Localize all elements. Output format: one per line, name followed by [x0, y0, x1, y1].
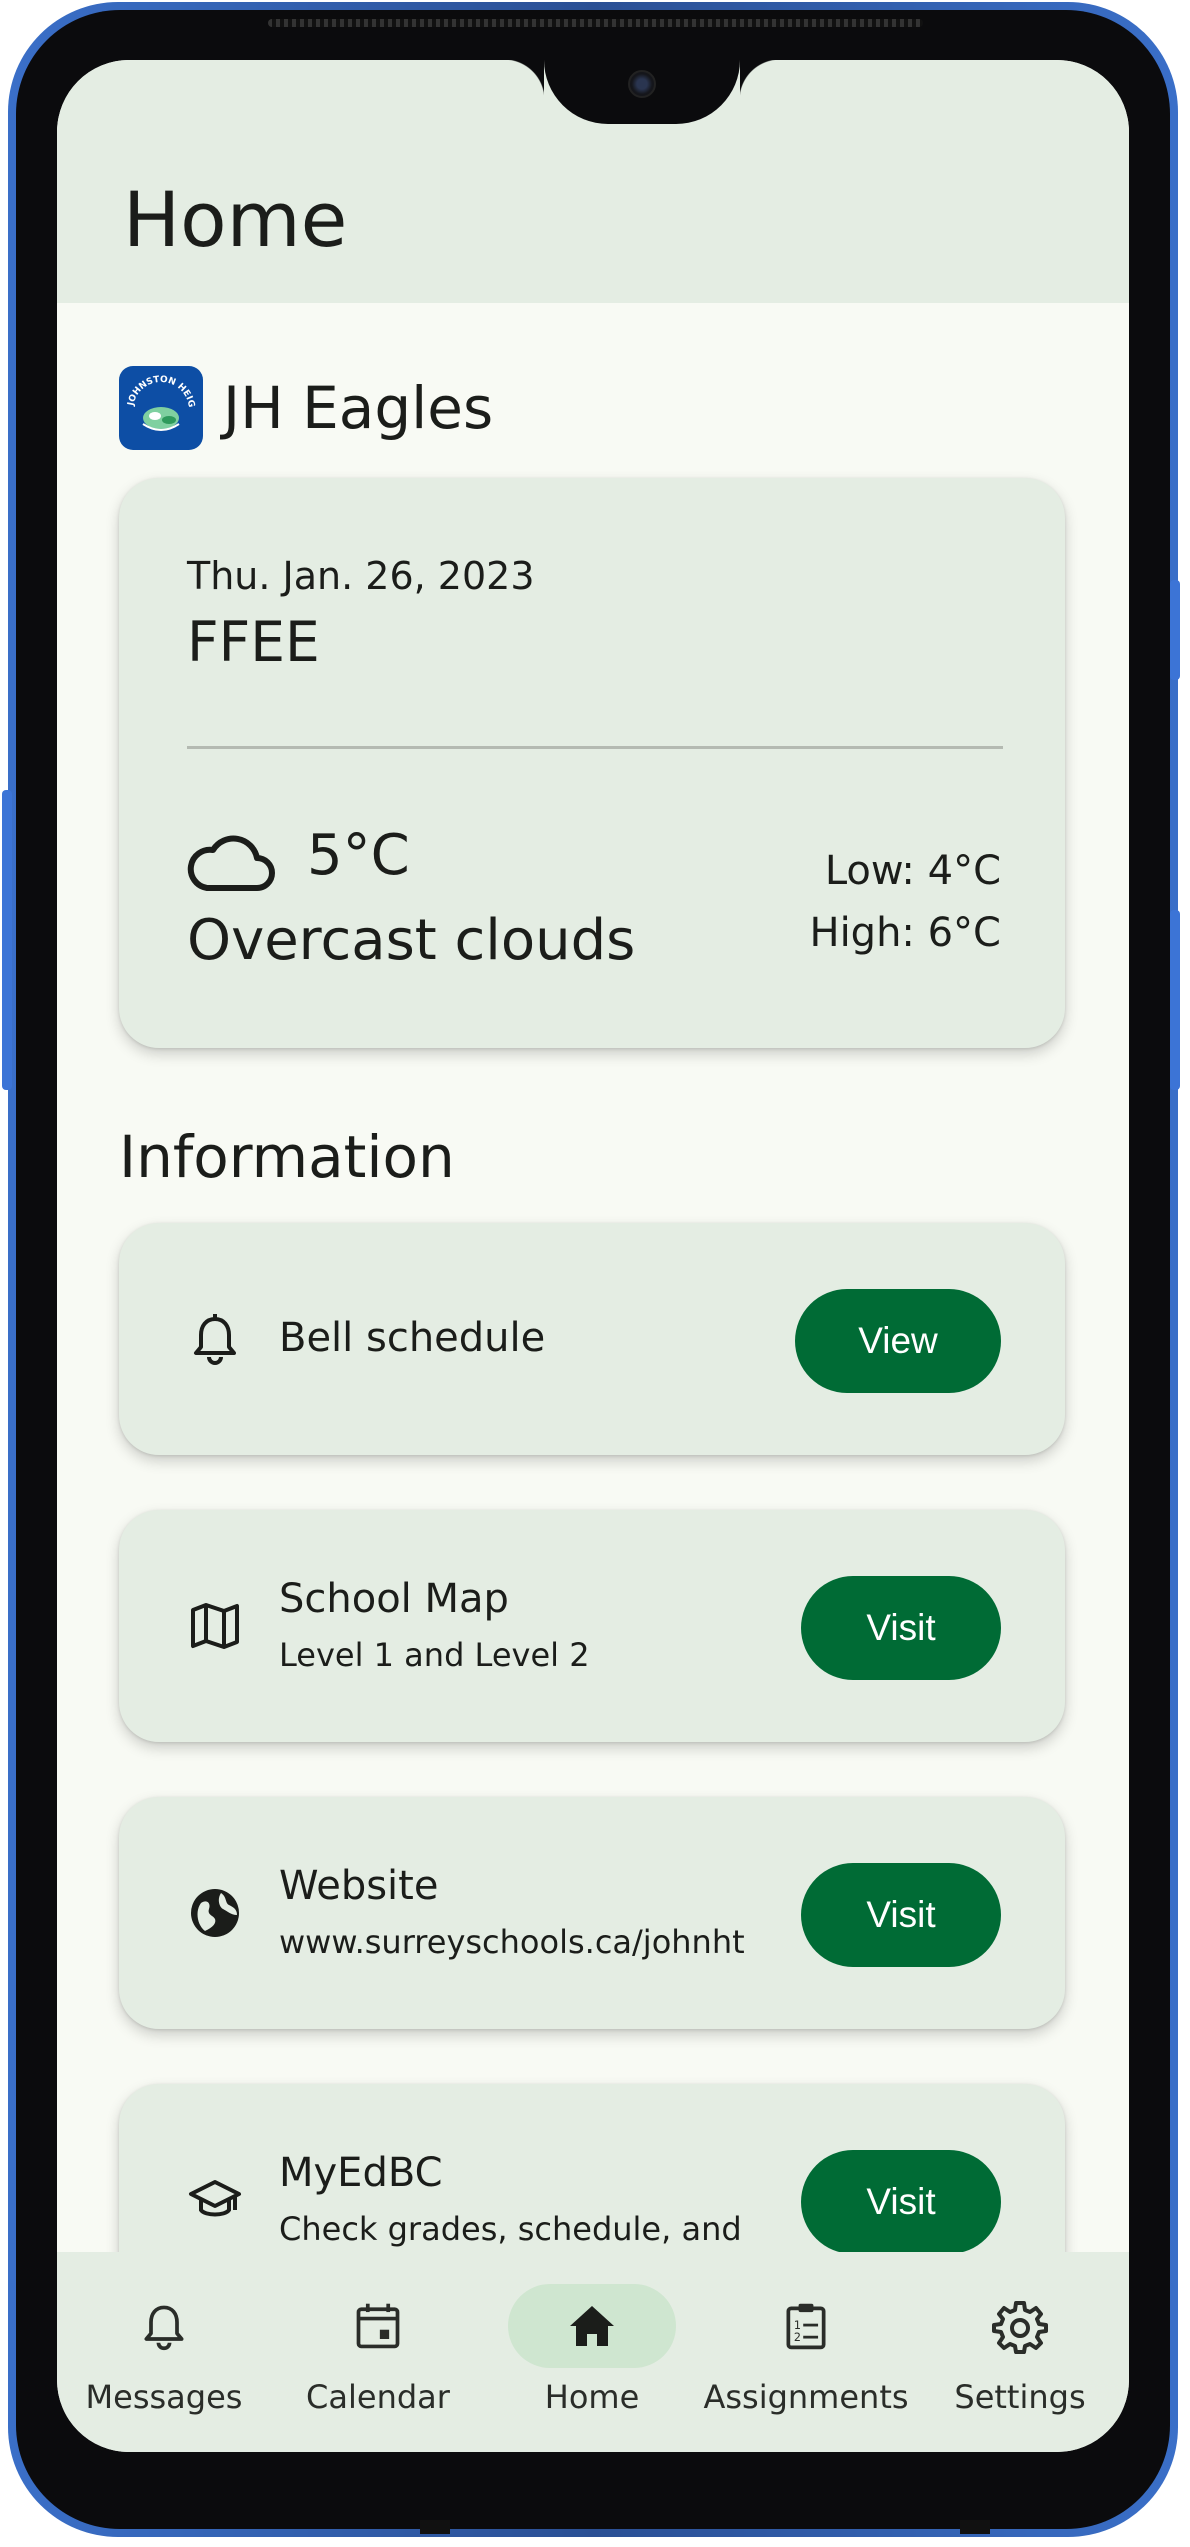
earpiece-speaker: [268, 19, 923, 27]
svg-text:JOHNSTON HEIGHTS: JOHNSTON HEIGHTS: [119, 366, 196, 408]
nav-item-home[interactable]: Home: [485, 2252, 699, 2452]
port: [420, 2520, 450, 2534]
low-temperature: Low: 4°C: [824, 848, 1001, 894]
info-card-title: Bell schedule: [279, 1315, 546, 1361]
front-camera: [628, 70, 656, 98]
nav-icon-container-active: [508, 2284, 676, 2368]
side-button: [2, 790, 12, 1090]
svg-text:1: 1: [794, 2319, 801, 2332]
bottom-navigation: Messages Calendar Home 1 2 Assignments S…: [57, 2252, 1129, 2452]
info-card-subtitle: www.surreyschools.ca/johnht: [279, 1923, 745, 1961]
graduation-cap-icon: [189, 2180, 241, 2217]
nav-item-messages[interactable]: Messages: [57, 2252, 271, 2452]
info-card-title: School Map: [279, 1576, 509, 1622]
info-card-bell-schedule: Bell schedule View: [119, 1223, 1065, 1455]
cloud-icon: [187, 835, 275, 891]
school-header: JOHNSTON HEIGHTS JH Eagles: [119, 366, 493, 450]
info-card-title: Website: [279, 1863, 439, 1909]
divider: [187, 746, 1003, 749]
info-card-website: Website www.surreyschools.ca/johnht Visi…: [119, 1797, 1065, 2029]
school-name: JH Eagles: [223, 374, 494, 442]
calendar-icon: [356, 2303, 400, 2349]
visit-myedbc-button[interactable]: Visit: [801, 2150, 1001, 2254]
svg-text:2: 2: [794, 2331, 801, 2344]
view-bell-schedule-button[interactable]: View: [795, 1289, 1001, 1393]
nav-item-settings[interactable]: Settings: [913, 2252, 1127, 2452]
gear-icon: [992, 2301, 1048, 2354]
nav-item-calendar[interactable]: Calendar: [271, 2252, 485, 2452]
bell-icon: [144, 2305, 184, 2351]
visit-school-map-button[interactable]: Visit: [801, 1576, 1001, 1680]
high-temperature: High: 6°C: [809, 910, 1001, 956]
info-card-subtitle: Level 1 and Level 2: [279, 1636, 590, 1674]
info-card-school-map: School Map Level 1 and Level 2 Visit: [119, 1510, 1065, 1742]
side-button: [1170, 910, 1180, 1090]
nav-item-assignments[interactable]: 1 2 Assignments: [699, 2252, 913, 2452]
nav-label: Settings: [954, 2378, 1086, 2416]
bell-icon: [194, 1314, 236, 1365]
weather-condition: Overcast clouds: [187, 908, 636, 973]
nav-label: Calendar: [306, 2378, 450, 2416]
school-logo: JOHNSTON HEIGHTS: [119, 366, 203, 450]
side-button: [1170, 580, 1180, 680]
nav-icon-container: [936, 2284, 1104, 2368]
today-card: Thu. Jan. 26, 2023 FFEE 5°C Overcast clo…: [119, 478, 1065, 1048]
nav-label: Home: [544, 2378, 640, 2416]
visit-website-button[interactable]: Visit: [801, 1863, 1001, 1967]
info-card-subtitle: Check grades, schedule, and: [279, 2210, 742, 2248]
nav-icon-container: [80, 2284, 248, 2368]
nav-label: Assignments: [703, 2378, 909, 2416]
globe-icon: [191, 1889, 239, 1937]
date-label: Thu. Jan. 26, 2023: [187, 554, 535, 598]
map-icon: [191, 1603, 239, 1649]
nav-label: Messages: [85, 2378, 243, 2416]
app-screen: Home JOHNSTON HEIGHTS JH Eagles Thu. Jan…: [57, 60, 1129, 2452]
clipboard-icon: 1 2: [786, 2303, 826, 2350]
section-title-information: Information: [119, 1123, 455, 1191]
info-card-title: MyEdBC: [279, 2150, 443, 2196]
home-icon: [570, 2306, 614, 2346]
port: [960, 2520, 990, 2534]
nav-icon-container: 1 2: [722, 2284, 890, 2368]
page-title: Home: [123, 175, 348, 264]
day-code: FFEE: [187, 610, 320, 674]
nav-icon-container: [294, 2284, 462, 2368]
temperature: 5°C: [307, 823, 410, 888]
